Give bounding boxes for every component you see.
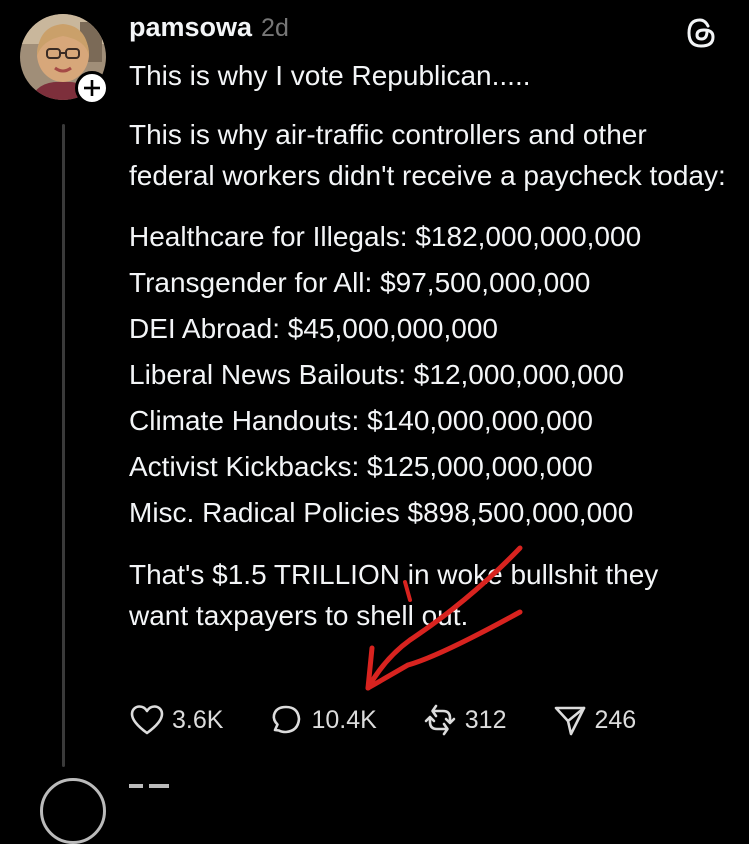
- repost-button[interactable]: 312: [423, 703, 507, 737]
- action-bar: 3.6K 10.4K 312 246: [130, 700, 682, 740]
- list-item: Climate Handouts: $140,000,000,000: [129, 405, 593, 436]
- reply-count: 10.4K: [311, 705, 377, 734]
- follow-plus-icon[interactable]: [75, 71, 109, 105]
- post-body: This is why I vote Republican..... This …: [129, 55, 729, 636]
- next-post-avatar[interactable]: [40, 778, 106, 844]
- share-count: 246: [594, 705, 637, 734]
- repost-count: 312: [464, 705, 507, 734]
- reply-icon: [272, 705, 301, 734]
- heart-icon: [130, 705, 164, 735]
- post-time: 2d: [261, 14, 289, 42]
- next-post-username-fragment: [129, 778, 209, 788]
- list-item: Healthcare for Illegals: $182,000,000,00…: [129, 221, 642, 252]
- share-icon: [554, 706, 585, 736]
- repost-icon: [424, 704, 456, 736]
- like-count: 3.6K: [172, 705, 224, 734]
- post-paragraph: This is why air-traffic controllers and …: [129, 119, 726, 191]
- username[interactable]: pamsowa: [129, 12, 252, 43]
- share-button[interactable]: 246: [553, 703, 637, 737]
- like-button[interactable]: 3.6K: [130, 704, 223, 736]
- closing-line: That's $1.5 TRILLION in woke bullshit th…: [129, 559, 659, 590]
- threads-logo-icon[interactable]: [684, 16, 718, 50]
- list-item: DEI Abroad: $45,000,000,000: [129, 313, 498, 344]
- list-item: Transgender for All: $97,500,000,000: [129, 267, 591, 298]
- post-paragraph: This is why I vote Republican.....: [129, 60, 531, 91]
- post-header: pamsowa 2d: [129, 12, 289, 48]
- list-item: Activist Kickbacks: $125,000,000,000: [129, 451, 593, 482]
- closing-line: want taxpayers to shell out.: [129, 600, 469, 631]
- thread-line: [62, 124, 65, 767]
- list-item: Misc. Radical Policies $898,500,000,000: [129, 497, 634, 528]
- reply-button[interactable]: 10.4K: [269, 703, 377, 737]
- list-item: Liberal News Bailouts: $12,000,000,000: [129, 359, 625, 390]
